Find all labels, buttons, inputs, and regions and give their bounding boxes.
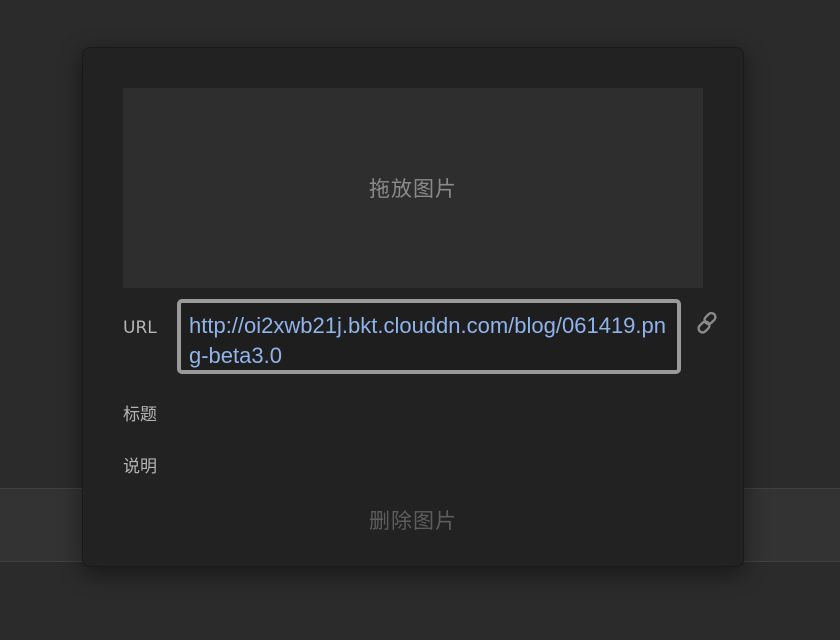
delete-image-button[interactable]: 删除图片 (313, 500, 513, 540)
link-icon[interactable] (695, 310, 721, 336)
drop-zone-label: 拖放图片 (369, 177, 457, 201)
url-input[interactable] (181, 303, 677, 370)
url-field-frame (177, 299, 681, 374)
url-label: URL (123, 318, 157, 338)
title-label: 标题 (123, 405, 157, 425)
caption-input[interactable] (177, 448, 707, 480)
image-drop-zone[interactable]: 拖放图片 (123, 88, 703, 288)
image-properties-dialog: 拖放图片 URL 标题 说明 删除图片 (82, 47, 744, 567)
caption-label: 说明 (123, 457, 157, 477)
title-input[interactable] (177, 396, 707, 428)
